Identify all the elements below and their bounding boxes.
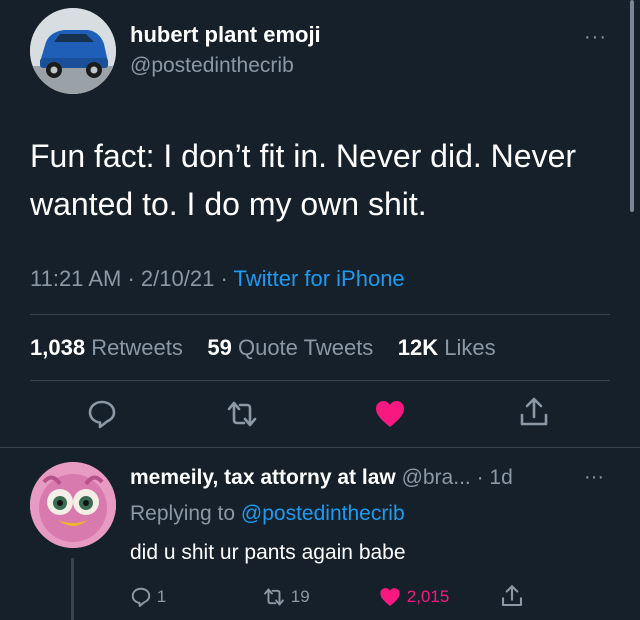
like-icon (380, 588, 400, 606)
author-handle[interactable]: @postedinthecrib (130, 54, 294, 78)
reply-time[interactable]: 1d (489, 466, 512, 489)
car-avatar-image (30, 8, 116, 94)
thread-line (71, 558, 74, 620)
tweet-date[interactable]: 2/10/21 (141, 266, 214, 291)
author-avatar[interactable] (30, 8, 116, 94)
reply-retweet-button[interactable]: 19 (262, 586, 310, 608)
like-button[interactable] (374, 398, 406, 435)
retweet-button[interactable] (226, 398, 258, 435)
tweet-source[interactable]: Twitter for iPhone (233, 266, 404, 291)
reply-share-button[interactable] (500, 584, 524, 613)
share-button[interactable] (518, 396, 550, 433)
scrollbar[interactable] (630, 0, 634, 212)
reply-count: 1 (156, 587, 167, 606)
reply-reply-button[interactable]: 1 (130, 586, 166, 608)
replying-to: Replying to @postedinthecrib (130, 502, 405, 526)
retweet-icon (227, 401, 257, 427)
meta-separator: · (476, 466, 490, 489)
meta-separator: · (127, 266, 141, 291)
divider (30, 314, 610, 315)
author-name[interactable]: hubert plant emoji (130, 22, 321, 48)
replying-to-handle[interactable]: @postedinthecrib (241, 502, 405, 525)
share-icon (520, 397, 548, 426)
reply-icon (131, 587, 151, 607)
reply-author-avatar[interactable] (30, 462, 116, 548)
replying-prefix: Replying to (130, 502, 236, 525)
reply-header: memeily, tax attorny at law @bra... · 1d (130, 466, 513, 490)
more-options-icon[interactable]: ··· (584, 26, 607, 49)
reply-author-handle[interactable]: @bra... (402, 466, 471, 489)
like-icon (376, 401, 404, 427)
tweet-time: 11:21 AM (30, 266, 122, 291)
share-icon (501, 585, 523, 607)
reply-like-count: 2,015 (406, 587, 450, 606)
reply-more-options-icon[interactable]: ··· (584, 466, 604, 489)
furby-avatar-image (30, 462, 116, 548)
reply-like-button[interactable]: 2,015 (378, 586, 449, 608)
reply-icon (88, 400, 116, 429)
likes-stat[interactable]: 12K Likes (398, 335, 496, 360)
retweet-icon (264, 588, 284, 606)
reply-author-name[interactable]: memeily, tax attorny at law (130, 466, 396, 489)
reply-text: did u shit ur pants again babe (130, 541, 406, 564)
divider (30, 380, 610, 381)
divider (0, 447, 640, 448)
tweet-meta: 11:21 AM · 2/10/21 · Twitter for iPhone (30, 266, 405, 292)
tweet-stats: 1,038 Retweets 59 Quote Tweets 12K Likes (30, 335, 496, 361)
quote-tweets-stat[interactable]: 59 Quote Tweets (207, 335, 373, 360)
retweets-stat[interactable]: 1,038 Retweets (30, 335, 183, 360)
reply-button[interactable] (86, 398, 118, 435)
tweet-text: Fun fact: I don’t fit in. Never did. Nev… (30, 138, 577, 222)
meta-separator: · (220, 266, 234, 291)
reply-retweet-count: 19 (290, 587, 310, 606)
